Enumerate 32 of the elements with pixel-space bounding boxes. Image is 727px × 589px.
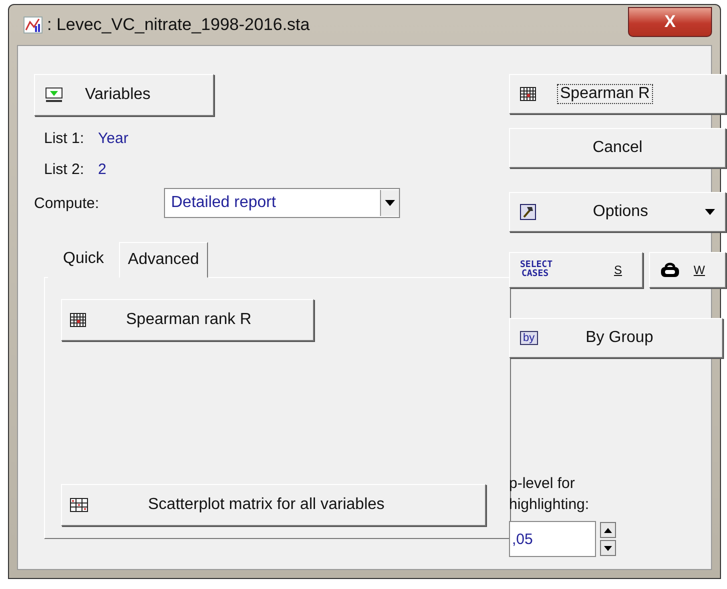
list-label: List 2: <box>44 161 84 178</box>
by-group-button[interactable]: by By Group <box>509 318 723 358</box>
p-level-field[interactable]: ,05 <box>509 521 596 557</box>
list-label: List 1: <box>44 130 84 147</box>
cancel-button[interactable]: Cancel <box>509 128 726 168</box>
variables-icon <box>45 87 63 103</box>
window-title: : Levec_VC_nitrate_1998-2016.sta <box>47 15 311 35</box>
weight-button[interactable]: W <box>649 252 726 288</box>
p-level-label: p-level for highlighting: <box>509 474 590 515</box>
app-icon <box>23 15 43 35</box>
list-value: Year <box>98 130 128 147</box>
scatterplot-matrix-button[interactable]: Scatterplot matrix for all variables <box>61 484 486 526</box>
spearman-rank-button[interactable]: Spearman rank R <box>61 299 314 341</box>
dropdown-arrow-icon <box>704 209 715 215</box>
dropdown-arrow-icon <box>385 200 395 206</box>
weight-icon <box>660 262 680 278</box>
table-icon <box>520 87 536 101</box>
spearman-r-button[interactable]: Spearman R <box>509 74 726 114</box>
select-cases-button[interactable]: SELECT CASES S <box>509 252 643 288</box>
spinner[interactable] <box>600 521 616 557</box>
list-value: 2 <box>98 161 106 178</box>
by-group-icon: by <box>520 331 538 345</box>
hammer-icon <box>520 204 536 220</box>
compute-dropdown[interactable]: Detailed report <box>164 188 400 218</box>
close-button[interactable]: X <box>628 7 712 37</box>
select-cases-icon: SELECT CASES <box>520 261 550 279</box>
table-icon <box>70 313 86 327</box>
options-button[interactable]: Options <box>509 192 726 232</box>
variables-button[interactable]: Variables <box>34 74 214 116</box>
tab[interactable]: Advanced <box>118 242 208 278</box>
matrix-icon <box>70 498 88 512</box>
compute-label: Compute: <box>34 194 100 212</box>
